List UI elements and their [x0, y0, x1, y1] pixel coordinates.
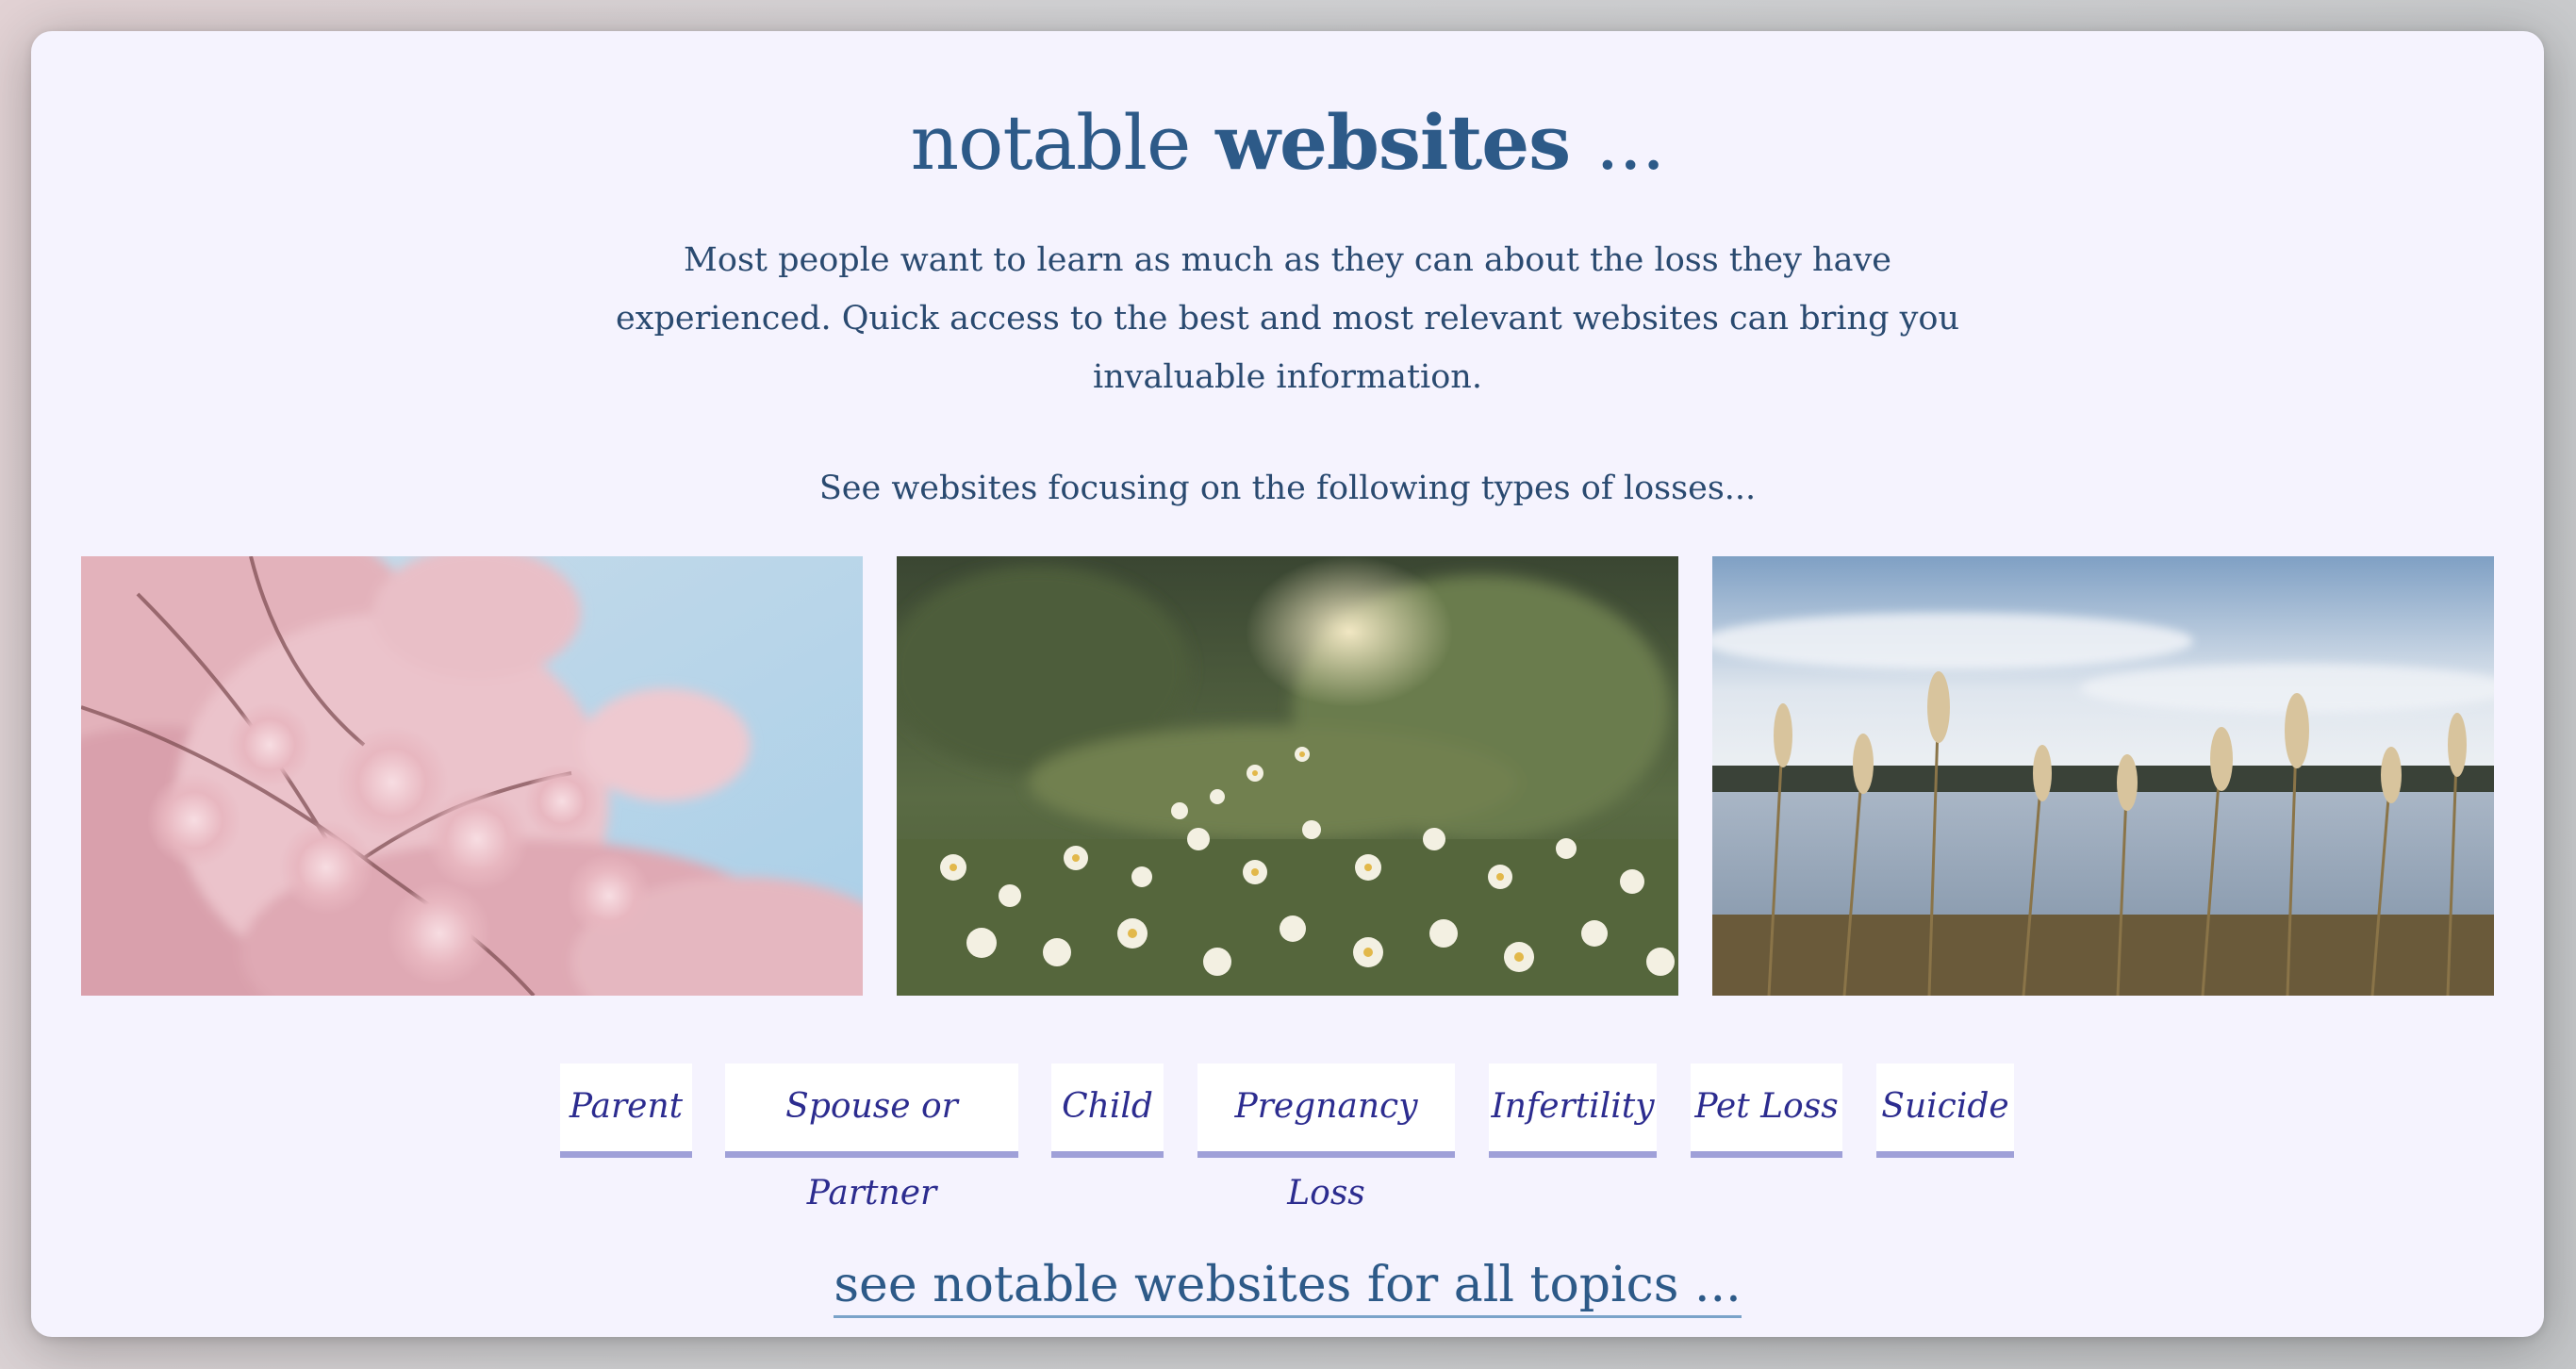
tag-pregnancy-loss[interactable]: Pregnancy Loss	[1197, 1064, 1455, 1212]
tag-suicide[interactable]: Suicide	[1876, 1064, 2014, 1158]
see-all-topics-link[interactable]: see notable websites for all topics ...	[31, 1252, 2544, 1318]
page-title: notable websites ...	[31, 86, 2544, 200]
intro-paragraph: Most people want to learn as much as the…	[616, 241, 1959, 396]
daisy-field-photo	[897, 556, 1678, 996]
tag-infertility[interactable]: Infertility	[1489, 1064, 1657, 1158]
see-all-topics-label[interactable]: see notable websites for all topics ...	[834, 1257, 1742, 1318]
notable-websites-card: notable websites ... Most people want to…	[31, 31, 2544, 1337]
loss-type-tags: Parent Spouse or Partner Child Pregnancy…	[31, 1064, 2544, 1212]
tag-child[interactable]: Child	[1051, 1064, 1164, 1158]
title-bold: websites	[1215, 98, 1571, 187]
lake-reeds-photo	[1712, 556, 2494, 996]
tag-spouse-or-partner[interactable]: Spouse or Partner	[725, 1064, 1018, 1212]
tag-pet-loss[interactable]: Pet Loss	[1691, 1064, 1842, 1158]
tag-parent[interactable]: Parent	[560, 1064, 692, 1158]
loss-types-prompt: See websites focusing on the following t…	[818, 470, 1757, 507]
title-light: notable	[910, 99, 1192, 187]
cherry-blossom-photo	[81, 556, 863, 996]
title-ellipsis: ...	[1595, 99, 1665, 187]
